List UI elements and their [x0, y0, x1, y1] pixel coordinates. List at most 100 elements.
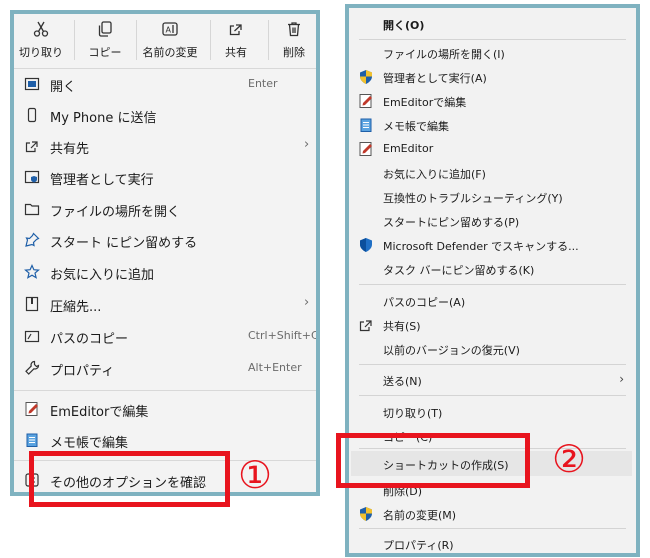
toolbar-divider [210, 20, 211, 60]
menu-item-defender-scan[interactable]: Microsoft Defender でスキャンする... [349, 233, 636, 257]
shortcut-label: Enter [248, 77, 278, 90]
svg-text:A: A [166, 26, 172, 35]
menu-item-troubleshoot-compatibility[interactable]: 互換性のトラブルシューティング(Y) [349, 185, 636, 209]
emeditor-icon [25, 402, 38, 416]
shortcut-label: Ctrl+Shift+C [248, 329, 316, 342]
pin-icon [25, 232, 40, 247]
menu-item-label: スタート にピン留めする [50, 236, 198, 251]
menu-item-edit-with-emeditor[interactable]: EmEditorで編集 [349, 89, 636, 113]
menu-item-label: Microsoft Defender でスキャンする... [383, 240, 579, 253]
menu-item-cut[interactable]: 切り取り(T) [349, 400, 636, 424]
menu-item-send-to[interactable]: 送る(N) › [349, 368, 636, 392]
cut-label: 切り取り [19, 46, 63, 59]
menu-item-share[interactable]: 共有(S) [349, 313, 636, 337]
menu-item-edit-with-emeditor[interactable]: EmEditorで編集 [14, 395, 316, 423]
menu-item-copy-path[interactable]: パスのコピー(A) [349, 289, 636, 313]
menu-item-open[interactable]: 開く Enter [14, 70, 316, 98]
notepad-icon [360, 118, 372, 132]
menu-item-label: 共有(S) [383, 320, 421, 333]
menu-item-open-file-location[interactable]: ファイルの場所を開く [14, 195, 316, 223]
shortcut-label: Alt+Enter [248, 361, 302, 374]
defender-icon [360, 238, 372, 252]
menu-divider [359, 395, 626, 396]
left-context-menu: 切り取り コピー A 名前の変更 共有 削除 開く Enter My Phone… [14, 14, 316, 492]
step-marker-1: ① [238, 453, 273, 497]
menu-item-open[interactable]: 開く(O) [349, 12, 636, 36]
menu-item-compress-to[interactable]: 圧縮先... › [14, 290, 316, 318]
path-copy-icon [24, 330, 40, 343]
copy-label: コピー [88, 46, 122, 59]
trash-icon [288, 22, 300, 37]
menu-item-label: My Phone に送信 [50, 111, 157, 126]
menu-item-label: 共有先 [50, 142, 90, 157]
menu-item-label: お気に入りに追加 [50, 268, 155, 283]
admin-shield-icon [24, 170, 40, 184]
menu-item-label: EmEditorで編集 [383, 96, 467, 109]
open-window-icon [24, 77, 40, 91]
menu-item-label: 開く [50, 80, 77, 95]
chevron-right-icon: › [619, 372, 624, 386]
menu-item-run-as-admin[interactable]: 管理者として実行(A) [349, 65, 636, 89]
cut-button[interactable]: 切り取り [14, 14, 68, 66]
menu-item-pin-to-taskbar[interactable]: タスク バーにピン留めする(K) [349, 257, 636, 281]
copy-button[interactable]: コピー [80, 14, 130, 66]
delete-button[interactable]: 削除 [272, 14, 316, 66]
scissors-icon [33, 21, 49, 37]
menu-item-add-to-favorites[interactable]: お気に入りに追加(F) [349, 161, 636, 185]
menu-item-properties[interactable]: プロパティ Alt+Enter [14, 354, 316, 382]
menu-divider [14, 390, 316, 391]
menu-item-copy-path[interactable]: パスのコピー Ctrl+Shift+C [14, 322, 316, 350]
share-icon [25, 141, 38, 153]
menu-item-add-to-favorites[interactable]: お気に入りに追加 [14, 258, 316, 286]
share-icon [359, 320, 372, 332]
menu-item-open-file-location[interactable]: ファイルの場所を開く(I) [349, 41, 636, 65]
menu-item-restore-previous-versions[interactable]: 以前のバージョンの復元(V) [349, 337, 636, 361]
menu-item-pin-to-start[interactable]: スタートにピン留めする(P) [349, 209, 636, 233]
phone-icon [27, 107, 37, 123]
menu-item-edit-with-notepad[interactable]: メモ帳で編集 [14, 426, 316, 454]
menu-item-label: タスク バーにピン留めする(K) [383, 264, 535, 277]
toolbar-divider [268, 20, 269, 60]
admin-shield-icon [360, 70, 372, 84]
menu-item-label: 以前のバージョンの復元(V) [383, 344, 520, 357]
menu-item-label: 名前の変更(M) [383, 509, 457, 522]
share-icon [229, 24, 242, 36]
zip-icon [25, 296, 39, 312]
menu-divider [359, 528, 626, 529]
wrench-icon [25, 360, 40, 375]
share-button[interactable]: 共有 [212, 14, 260, 66]
menu-item-properties[interactable]: プロパティ(R) [349, 532, 636, 553]
menu-item-label: 管理者として実行(A) [383, 72, 487, 85]
menu-item-label: 切り取り(T) [383, 407, 443, 420]
left-context-menu-frame: 切り取り コピー A 名前の変更 共有 削除 開く Enter My Phone… [10, 10, 320, 496]
menu-item-label: EmEditor [383, 142, 434, 155]
menu-item-emeditor[interactable]: EmEditor [349, 137, 636, 161]
menu-divider [359, 39, 626, 40]
emeditor-icon [359, 94, 372, 108]
notepad-icon [26, 433, 38, 447]
menu-item-rename[interactable]: 名前の変更(M) [349, 502, 636, 526]
toolbar-divider [74, 20, 75, 60]
highlight-box-2 [336, 433, 530, 488]
menu-item-label: 互換性のトラブルシューティング(Y) [383, 192, 563, 205]
menu-item-label: EmEditorで編集 [50, 405, 149, 420]
menu-item-label: 送る(N) [383, 375, 422, 388]
rename-label: 名前の変更 [142, 46, 198, 59]
menu-item-share-with[interactable]: 共有先 › [14, 132, 316, 160]
menu-divider [359, 364, 626, 365]
emeditor-icon [359, 142, 372, 156]
admin-shield-icon [360, 507, 372, 521]
star-icon [24, 264, 40, 279]
menu-item-pin-to-start[interactable]: スタート にピン留めする [14, 226, 316, 254]
rename-button[interactable]: A 名前の変更 [138, 14, 202, 66]
menu-item-label: プロパティ [50, 364, 115, 379]
delete-label: 削除 [283, 46, 305, 59]
copy-icon [98, 21, 112, 37]
menu-item-label: ファイルの場所を開く(I) [383, 48, 505, 61]
menu-item-run-as-admin[interactable]: 管理者として実行 [14, 163, 316, 191]
menu-item-label: スタートにピン留めする(P) [383, 216, 520, 229]
menu-item-label: プロパティ(R) [383, 539, 454, 552]
rename-icon: A [162, 22, 178, 36]
menu-item-edit-with-notepad[interactable]: メモ帳で編集 [349, 113, 636, 137]
menu-item-send-to-phone[interactable]: My Phone に送信 [14, 101, 316, 129]
